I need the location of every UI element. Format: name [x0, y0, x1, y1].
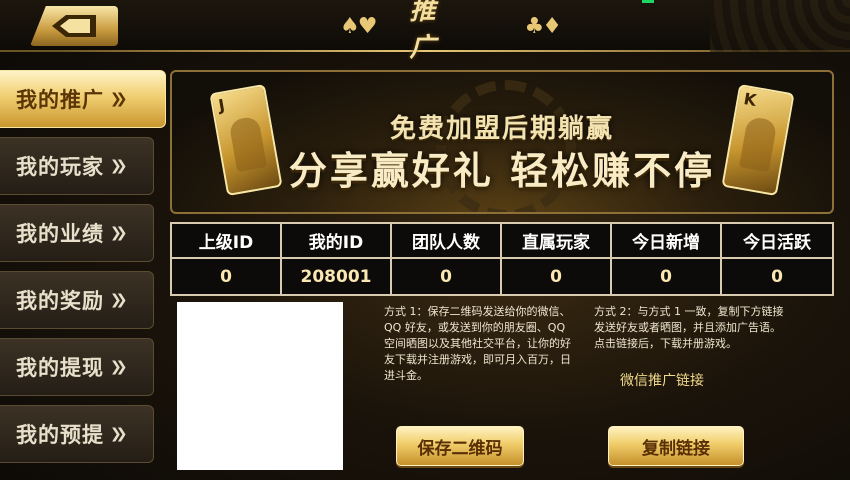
back-arrow-icon: [52, 15, 96, 37]
sidebar-item-label: 我的推广: [16, 88, 104, 112]
suit-club-diamond-icon: ♣♦: [524, 14, 562, 39]
double-chevron-icon: ❯❯: [110, 158, 128, 174]
promo-banner: J K 免费加盟后期躺赢 分享赢好礼 轻松赚不停: [170, 70, 834, 214]
double-chevron-icon: ❯❯: [110, 426, 128, 442]
title-group: ♠♥ 推 广 ♣♦: [340, 0, 562, 63]
header-bar: ♠♥ 推 广 ♣♦: [0, 0, 850, 63]
save-qr-button[interactable]: 保存二维码: [396, 426, 524, 466]
stats-value-cell: 0: [172, 259, 282, 294]
sidebar-item-label: 我的业绩: [16, 222, 104, 246]
stats-header-cell: 团队人数: [392, 224, 502, 259]
stats-header-cell: 直属玩家: [502, 224, 612, 259]
sidebar-item-label: 我的玩家: [16, 155, 104, 179]
stats-header-cell: 我的ID: [282, 224, 392, 259]
double-chevron-icon: ❯❯: [110, 292, 128, 308]
sidebar-item-my-withdrawal[interactable]: 我的提现 ❯❯: [0, 338, 154, 396]
sidebar-item-label: 我的奖励: [16, 289, 104, 313]
stats-value-cell: 0: [612, 259, 722, 294]
stats-header-cell: 今日活跃: [722, 224, 832, 259]
sidebar-nav: 我的推广 ❯❯ 我的玩家 ❯❯ 我的业绩 ❯❯ 我的奖励 ❯❯ 我的提现 ❯❯ …: [0, 70, 166, 472]
sidebar-item-my-rewards[interactable]: 我的奖励 ❯❯: [0, 271, 154, 329]
wechat-promo-link[interactable]: 微信推广链接: [620, 370, 704, 390]
copy-link-button[interactable]: 复制链接: [608, 426, 744, 466]
qr-code-image: [177, 302, 343, 470]
stats-value-cell: 0: [392, 259, 502, 294]
chip-decoration: [710, 0, 850, 52]
sidebar-item-my-performance[interactable]: 我的业绩 ❯❯: [0, 204, 154, 262]
sidebar-item-my-players[interactable]: 我的玩家 ❯❯: [0, 137, 154, 195]
double-chevron-icon: ❯❯: [110, 359, 128, 375]
suit-spade-heart-icon: ♠♥: [340, 14, 377, 39]
page-title: 推 广: [409, 0, 446, 63]
method-one-text: 方式 1：保存二维码发送给你的微信、QQ 好友，或发送到你的朋友圈、QQ 空间晒…: [384, 305, 571, 382]
stats-value-cell: 0: [502, 259, 612, 294]
sidebar-item-label: 我的预提: [16, 423, 104, 447]
main-panel: J K 免费加盟后期躺赢 分享赢好礼 轻松赚不停 上级ID 我的ID 团队人数 …: [166, 66, 842, 480]
stats-header-cell: 今日新增: [612, 224, 722, 259]
banner-slogan: 分享赢好礼 轻松赚不停: [288, 149, 716, 193]
double-chevron-icon: ❯❯: [110, 91, 128, 107]
stats-table: 上级ID 我的ID 团队人数 直属玩家 今日新增 今日活跃 0 208001 0…: [170, 222, 834, 296]
stats-header-cell: 上级ID: [172, 224, 282, 259]
back-button[interactable]: [30, 6, 118, 46]
stats-value-cell: 208001: [282, 259, 392, 294]
status-indicator: [642, 0, 654, 3]
card-rank: K: [742, 89, 758, 110]
stats-value-cell: 0: [771, 266, 783, 287]
sidebar-item-my-advance[interactable]: 我的预提 ❯❯: [0, 405, 154, 463]
double-chevron-icon: ❯❯: [110, 225, 128, 241]
method-two-text: 方式 2：与方式 1 一致，复制下方链接发送好友或者晒图，并且添加广告语。点击链…: [594, 305, 784, 350]
sidebar-item-my-promotion[interactable]: 我的推广 ❯❯: [0, 70, 166, 128]
sidebar-item-label: 我的提现: [16, 356, 104, 380]
